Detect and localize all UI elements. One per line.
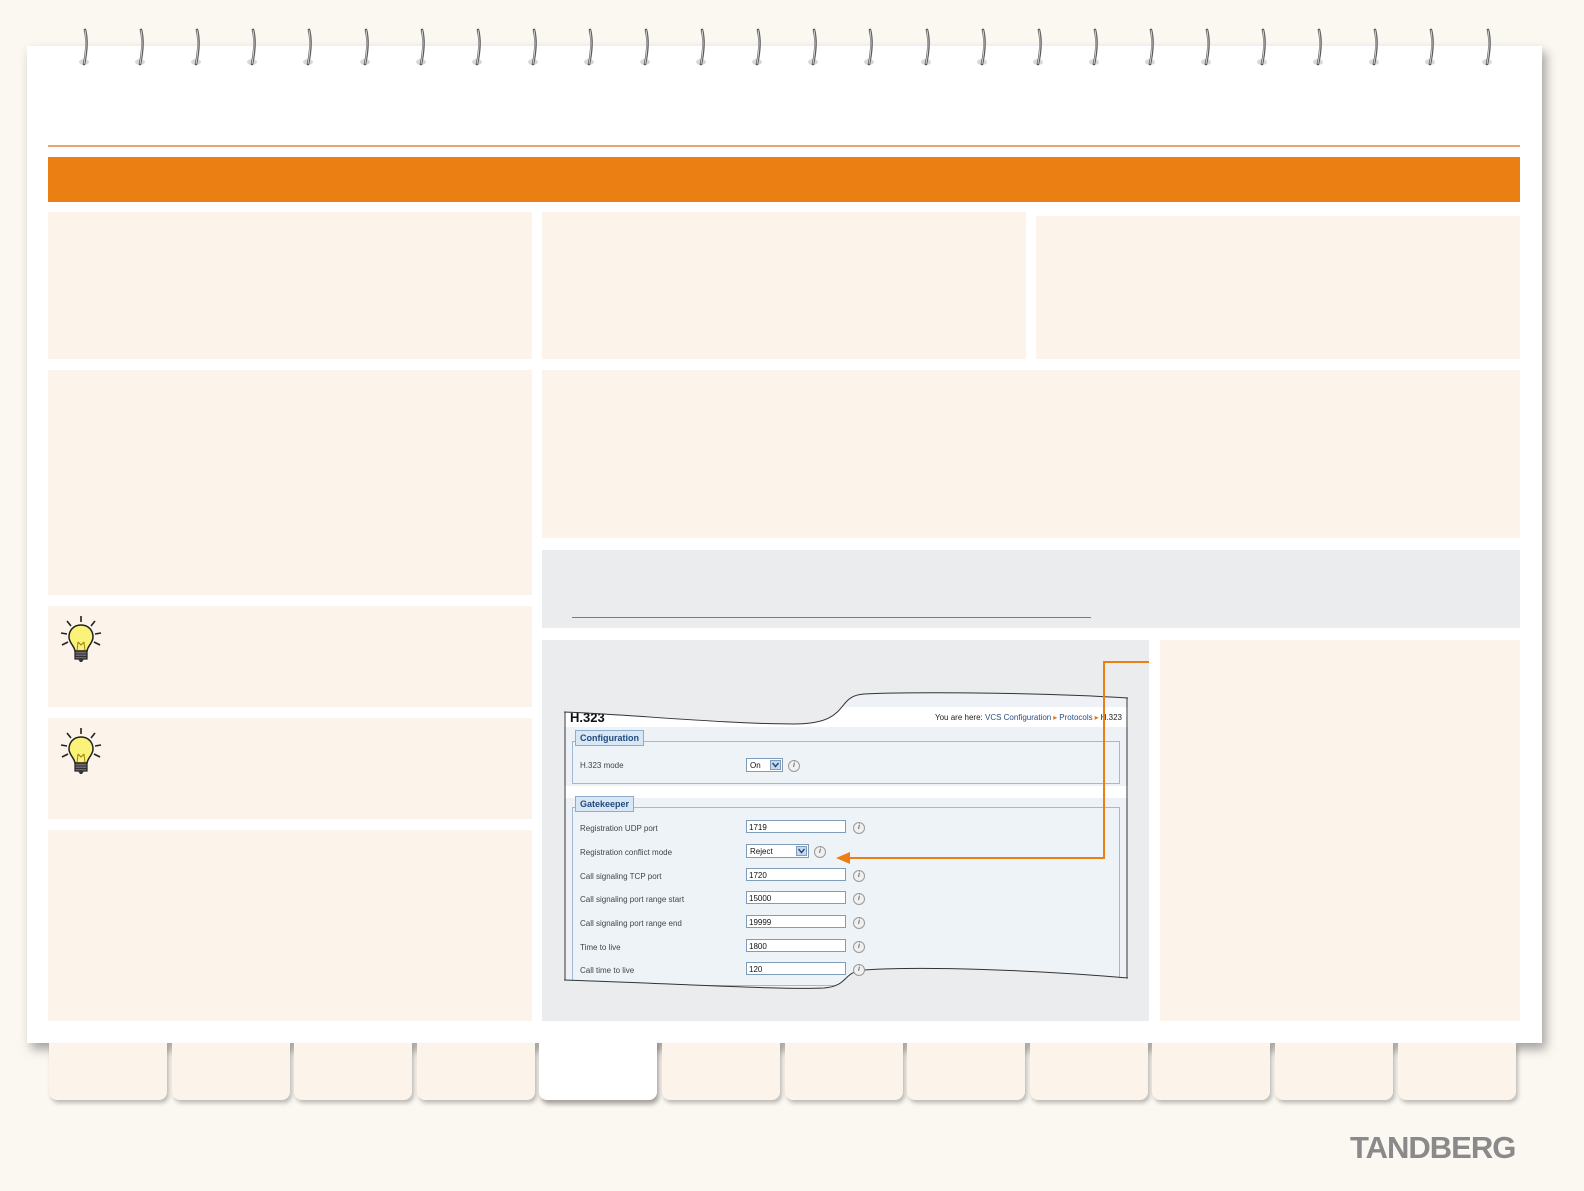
info-icon[interactable]: i [853,964,865,976]
gatekeeper-field-label: Call signaling port range start [580,895,685,904]
gatekeeper-field-input[interactable]: 1800 [746,939,846,952]
spiral-ring-icon [302,28,313,70]
text-panel-wide [542,370,1520,538]
text-panel-5 [1036,216,1520,359]
registration-conflict-mode-select[interactable]: Reject [746,844,809,858]
spiral-ring-icon [471,28,482,70]
section-tab[interactable] [417,1043,535,1100]
section-tab[interactable] [539,1040,657,1100]
lightbulb-icon [58,614,104,664]
lightbulb-icon [58,726,104,776]
text-panel-1 [48,212,532,359]
tip-panel-1 [48,606,532,707]
info-icon[interactable]: i [853,917,865,929]
section-tab[interactable] [1030,1043,1148,1100]
spiral-ring-icon [1368,28,1379,70]
section-tab[interactable] [49,1043,167,1100]
section-tab[interactable] [785,1043,903,1100]
callout-arrow [836,661,1149,864]
spiral-ring-icon [751,28,762,70]
gatekeeper-field-label: Call time to live [580,966,635,975]
spiral-ring-icon [190,28,201,70]
spiral-ring-icon [1256,28,1267,70]
spiral-ring-icon [78,28,89,70]
spiral-ring-icon [976,28,987,70]
spiral-ring-icon [807,28,818,70]
callout-panel [1160,640,1520,1021]
section-tab[interactable] [1398,1043,1516,1100]
gatekeeper-field-label: Call signaling port range end [580,919,682,928]
section-tab[interactable] [1152,1043,1270,1100]
section-title-bar [48,157,1520,202]
registration-conflict-mode-value: Reject [750,847,773,856]
spiral-ring-icon [1088,28,1099,70]
spiral-ring-icon [920,28,931,70]
spiral-ring-icon [1200,28,1211,70]
spiral-ring-icon [583,28,594,70]
spiral-ring-icon [134,28,145,70]
gatekeeper-field-label: Registration UDP port [580,824,658,833]
gatekeeper-field-label: Time to live [580,943,621,952]
spiral-ring-icon [639,28,650,70]
info-icon[interactable]: i [853,893,865,905]
tandberg-logo: TANDBERG [1350,1130,1516,1165]
spiral-ring-icon [246,28,257,70]
spiral-ring-icon [359,28,370,70]
spiral-ring-icon [415,28,426,70]
info-icon[interactable]: i [853,941,865,953]
gatekeeper-field-input[interactable]: 19999 [746,915,846,928]
section-tab[interactable] [662,1043,780,1100]
section-tab[interactable] [294,1043,412,1100]
section-tab[interactable] [172,1043,290,1100]
spiral-ring-icon [1144,28,1155,70]
gatekeeper-field-input[interactable]: 15000 [746,891,846,904]
spiral-ring-icon [1312,28,1323,70]
text-panel-4 [542,212,1026,359]
gatekeeper-field-label: Registration conflict mode [580,848,673,857]
gatekeeper-field-label: Call signaling TCP port [580,872,662,881]
header-rule [48,145,1520,147]
spiral-ring-icon [1481,28,1492,70]
spiral-ring-icon [1424,28,1435,70]
navigation-link[interactable] [572,617,1091,618]
spiral-ring-icon [863,28,874,70]
tip-panel-2 [48,718,532,819]
section-tab[interactable] [1275,1043,1393,1100]
spiral-ring-icon [1032,28,1043,70]
info-icon[interactable]: i [853,870,865,882]
spiral-ring-icon [695,28,706,70]
text-panel-3 [48,830,532,1021]
section-tab[interactable] [907,1043,1025,1100]
text-panel-2 [48,370,532,595]
gatekeeper-field-input[interactable]: 120 [746,962,846,975]
chevron-down-icon [796,846,807,856]
spiral-ring-icon [527,28,538,70]
